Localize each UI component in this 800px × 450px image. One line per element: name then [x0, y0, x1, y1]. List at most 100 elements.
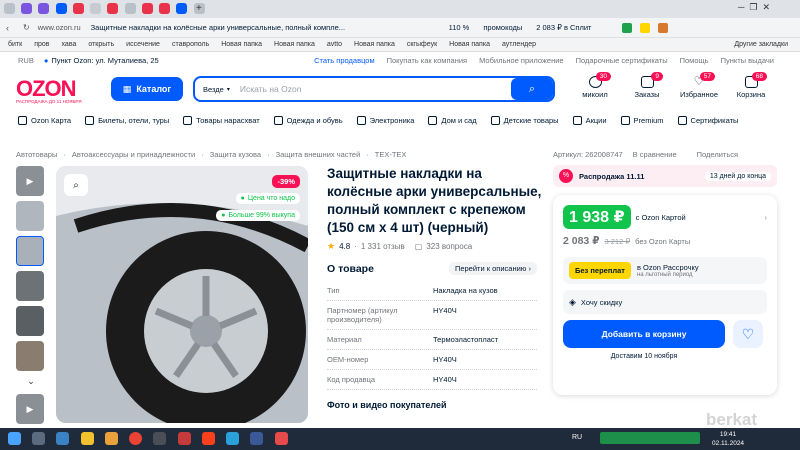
- nav-item[interactable]: Сертификаты: [677, 115, 738, 125]
- back-icon[interactable]: ‹: [6, 23, 9, 33]
- want-discount-button[interactable]: ◈ Хочу скидку: [563, 290, 767, 314]
- search-scope-select[interactable]: Везде: [203, 85, 224, 94]
- topline-link[interactable]: Подарочные сертификаты: [576, 56, 668, 65]
- tab-favicon[interactable]: [55, 3, 67, 14]
- taskbar-app[interactable]: [153, 432, 167, 445]
- ozon-logo[interactable]: OZON РАСПРОДАЖА ДО 11 НОЯБРЯ: [16, 76, 82, 104]
- tab-favicon[interactable]: [124, 3, 136, 14]
- nav-item[interactable]: Дом и сад: [428, 115, 477, 125]
- thumbnail-selected[interactable]: [16, 236, 44, 266]
- nav-item[interactable]: Одежда и обувь: [273, 115, 343, 125]
- search-button[interactable]: ⌕: [511, 78, 553, 100]
- extension-icon[interactable]: [657, 22, 668, 33]
- promo-chip[interactable]: промокоды: [483, 23, 522, 32]
- bookmark[interactable]: Новая папка: [354, 41, 395, 48]
- orders-button[interactable]: 9 Заказы: [627, 72, 667, 99]
- bookmark[interactable]: ставрополь: [172, 41, 209, 48]
- favorites-button[interactable]: 57 ♡ Избранное: [679, 72, 719, 99]
- taskbar-app[interactable]: [32, 432, 46, 445]
- chrome-icon[interactable]: [129, 432, 143, 445]
- breadcrumb-item[interactable]: Автоаксессуары и принадлежности: [72, 150, 195, 159]
- topline-link[interactable]: Пункты выдачи: [721, 56, 774, 65]
- article-number[interactable]: Артикул: 262008747: [553, 150, 623, 159]
- bookmark[interactable]: Новая папка: [221, 41, 262, 48]
- tab-favicon[interactable]: [107, 3, 119, 14]
- tab-favicon[interactable]: [38, 3, 50, 14]
- taskbar-app[interactable]: [80, 432, 94, 445]
- thumbnail[interactable]: [16, 271, 44, 301]
- input-language[interactable]: RU: [572, 434, 582, 441]
- video-thumbnail[interactable]: ▶: [16, 394, 44, 424]
- zoom-level[interactable]: 110 %: [449, 23, 470, 32]
- zoom-search-icon[interactable]: ⌕: [64, 174, 88, 196]
- thumbnail[interactable]: [16, 201, 44, 231]
- taskbar-app[interactable]: [250, 432, 264, 445]
- topline-link[interactable]: Покупать как компания: [387, 56, 467, 65]
- nav-item[interactable]: Билеты, отели, туры: [85, 115, 169, 125]
- topline-link[interactable]: Помощь: [680, 56, 709, 65]
- url-domain[interactable]: www.ozon.ru: [38, 23, 81, 32]
- share-button[interactable]: Поделиться: [697, 150, 738, 159]
- reviews-link[interactable]: 1 331 отзыв: [361, 242, 405, 251]
- chevron-down-icon[interactable]: ⌄: [16, 376, 46, 386]
- other-bookmarks[interactable]: Другие закладки: [734, 41, 788, 48]
- catalog-button[interactable]: ▦ Каталог: [111, 77, 183, 101]
- bookmark[interactable]: иссечение: [126, 41, 160, 48]
- yandex-icon[interactable]: [201, 432, 215, 445]
- bookmark[interactable]: Новая папка: [274, 41, 315, 48]
- tab-favicon[interactable]: [141, 3, 153, 14]
- sale-banner[interactable]: % Распродажа 11.11 13 дней до конца: [553, 165, 777, 187]
- add-to-favorites-button[interactable]: ♡: [733, 320, 763, 348]
- tab-favicon[interactable]: [72, 3, 84, 14]
- bookmark[interactable]: avtto: [327, 41, 342, 48]
- taskbar-app[interactable]: [104, 432, 118, 445]
- bookmark[interactable]: открыть: [88, 41, 114, 48]
- nav-item[interactable]: Ozon Карта: [18, 115, 71, 125]
- profile-button[interactable]: 30 микоил: [575, 72, 615, 99]
- topline-link[interactable]: Мобильное приложение: [479, 56, 564, 65]
- extension-icon[interactable]: [639, 22, 650, 33]
- nav-item[interactable]: Электроника: [356, 115, 414, 125]
- tab-favicon[interactable]: [21, 3, 33, 14]
- new-tab-icon[interactable]: +: [196, 3, 202, 14]
- product-main-image[interactable]: ⌕ -39% ● Цена что надо ● Больше 99% выкупа: [56, 166, 308, 423]
- become-seller-link[interactable]: Стать продавцом: [314, 56, 375, 65]
- tray-icons[interactable]: [600, 432, 700, 444]
- window-controls[interactable]: ─ ❐ ✕: [738, 2, 770, 13]
- compare-button[interactable]: В сравнение: [633, 150, 677, 159]
- tab-favicon[interactable]: [176, 3, 188, 14]
- video-thumbnail[interactable]: ▶: [16, 166, 44, 196]
- bookmark[interactable]: скгыфеук: [407, 41, 437, 48]
- pickup-point[interactable]: Пункт Ozon: ул. Муталиева, 25: [51, 56, 158, 65]
- bookmark[interactable]: Новая папка: [449, 41, 490, 48]
- breadcrumb-item[interactable]: Защита кузова: [210, 150, 261, 159]
- breadcrumb-item[interactable]: Автотовары: [16, 150, 57, 159]
- telegram-icon[interactable]: [226, 432, 240, 445]
- thumbnail[interactable]: [16, 341, 44, 371]
- bookmark[interactable]: пров: [34, 41, 49, 48]
- taskbar-app[interactable]: [56, 432, 70, 445]
- bookmark[interactable]: аутлендер: [502, 41, 536, 48]
- split-chip[interactable]: 2 083 ₽ в Сплит: [536, 23, 591, 32]
- reload-icon[interactable]: ↻: [23, 23, 30, 32]
- customer-photos-title[interactable]: Фото и видео покупателей: [327, 400, 537, 410]
- tab-favicon[interactable]: [90, 3, 102, 14]
- start-icon[interactable]: [8, 432, 21, 445]
- breadcrumb-item[interactable]: Защита внешних частей: [276, 150, 361, 159]
- questions-link[interactable]: 323 вопроса: [426, 242, 472, 251]
- add-to-cart-button[interactable]: Добавить в корзину: [563, 320, 725, 348]
- currency-select[interactable]: RUB: [18, 56, 34, 65]
- nav-item[interactable]: Детские товары: [490, 115, 559, 125]
- clock[interactable]: 19:41 02.11.2024: [712, 430, 744, 448]
- taskbar-app[interactable]: [177, 432, 191, 445]
- tab-favicon[interactable]: [159, 3, 171, 14]
- chevron-right-icon[interactable]: ›: [764, 213, 767, 222]
- search-input[interactable]: Искать на Ozon: [240, 84, 302, 94]
- thumbnail[interactable]: [16, 306, 44, 336]
- installment-block[interactable]: Без переплат в Ozon Рассрочку на льготны…: [563, 257, 767, 284]
- nav-item[interactable]: Premium: [620, 115, 664, 125]
- breadcrumb-item[interactable]: TEX-TEX: [375, 150, 407, 159]
- cart-button[interactable]: 68 Корзина: [731, 72, 771, 99]
- shield-icon[interactable]: [621, 22, 632, 33]
- go-to-description-button[interactable]: Перейти к описанию ›: [448, 262, 537, 275]
